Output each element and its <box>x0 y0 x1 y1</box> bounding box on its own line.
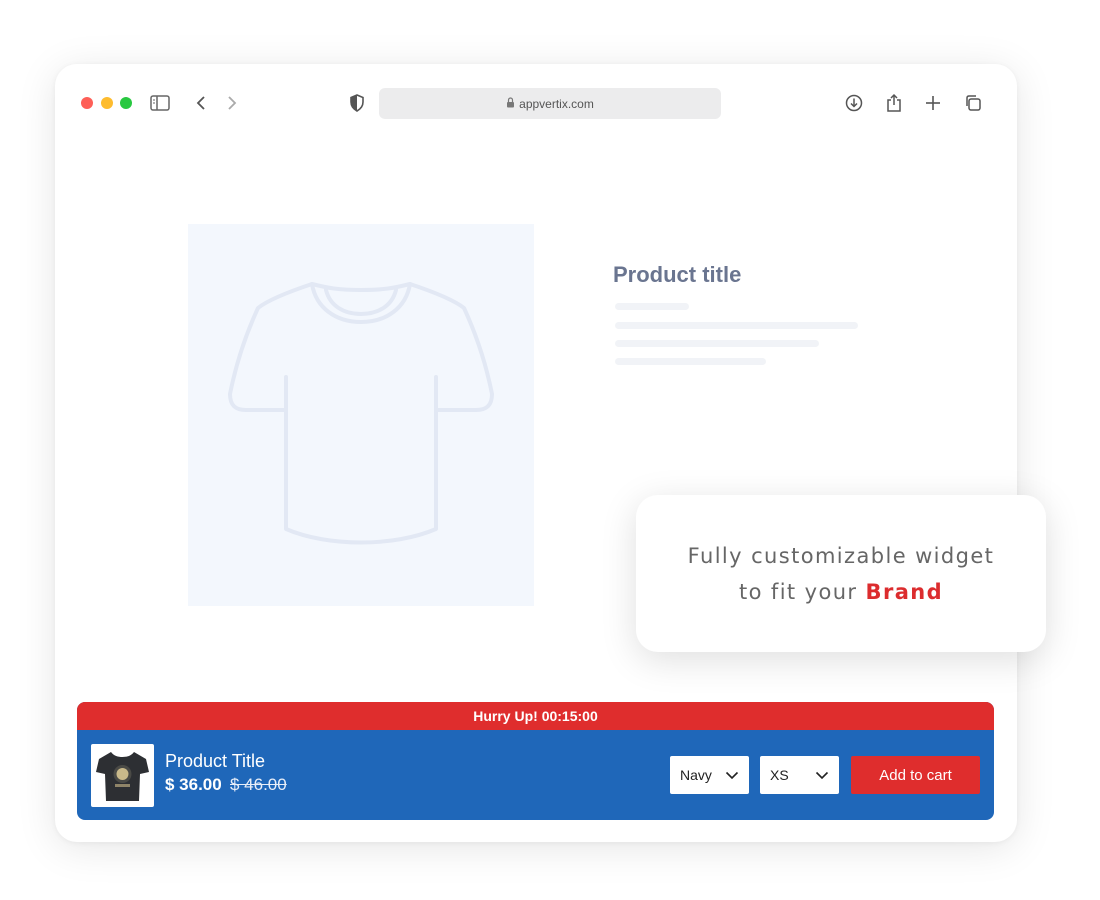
callout-highlight: Brand <box>865 579 944 604</box>
skeleton-line <box>615 340 819 347</box>
product-image-placeholder <box>188 224 534 606</box>
callout-prefix: to fit your <box>738 579 858 604</box>
lock-icon <box>506 96 515 111</box>
chevron-down-icon <box>815 767 829 783</box>
color-select[interactable]: Navy <box>670 756 749 794</box>
plus-icon[interactable] <box>922 92 944 114</box>
share-icon[interactable] <box>883 92 905 114</box>
chevron-left-icon[interactable] <box>190 92 212 114</box>
skeleton-line <box>615 322 858 329</box>
address-bar[interactable]: appvertix.com <box>379 88 721 119</box>
callout-line-2: to fit your Brand <box>739 574 943 610</box>
shield-icon[interactable] <box>346 92 368 114</box>
product-thumbnail <box>91 744 154 807</box>
chevron-down-icon <box>725 767 739 783</box>
page-product-title: Product title <box>613 262 742 287</box>
tshirt-thumbnail-image <box>96 752 149 801</box>
color-select-value: Navy <box>680 767 712 783</box>
tshirt-icon <box>228 282 494 545</box>
tabs-icon[interactable] <box>962 92 984 114</box>
add-to-cart-button[interactable]: Add to cart <box>851 756 980 794</box>
browser-window: appvertix.com Product title Hurry Up! 00… <box>55 64 1017 842</box>
chevron-right-icon[interactable] <box>221 92 243 114</box>
url-text: appvertix.com <box>519 96 594 111</box>
sale-price: $ 36.00 <box>165 775 222 794</box>
sticky-add-to-cart-widget: Hurry Up! 00:15:00 Product Title $ 36.00… <box>77 702 994 820</box>
countdown-timer: Hurry Up! 00:15:00 <box>77 702 994 730</box>
feature-callout-card: Fully customizable widget to fit your Br… <box>636 495 1046 652</box>
close-window-button[interactable] <box>81 97 93 109</box>
callout-line-1: Fully customizable widget <box>687 543 995 568</box>
browser-toolbar: appvertix.com <box>55 64 1017 144</box>
compare-at-price: $ 46.00 <box>230 775 287 794</box>
maximize-window-button[interactable] <box>120 97 132 109</box>
size-select[interactable]: XS <box>760 756 839 794</box>
skeleton-line <box>615 358 766 365</box>
download-icon[interactable] <box>843 92 865 114</box>
minimize-window-button[interactable] <box>101 97 113 109</box>
sidebar-icon[interactable] <box>149 92 171 114</box>
skeleton-line <box>615 303 689 310</box>
size-select-value: XS <box>770 767 789 783</box>
widget-product-title: Product Title <box>165 751 266 771</box>
